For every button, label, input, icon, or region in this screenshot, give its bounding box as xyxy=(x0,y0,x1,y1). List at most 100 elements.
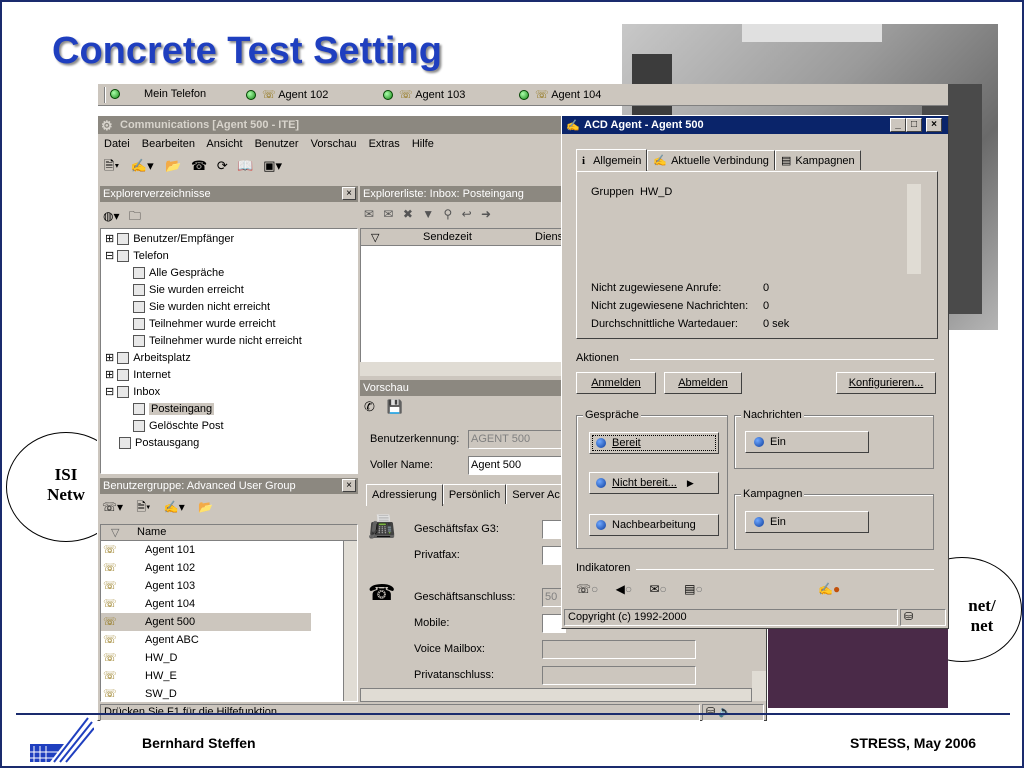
menu-datei[interactable]: Datei xyxy=(104,138,130,150)
list-item[interactable]: ☏ Agent 101 xyxy=(101,541,357,559)
list-item[interactable]: ☏ Agent 500 xyxy=(101,613,311,631)
wrapup-button[interactable]: Nachbearbeitung xyxy=(589,514,719,536)
open-folder-icon[interactable]: 📂 xyxy=(198,500,213,514)
list-item[interactable]: ☏ Agent ABC xyxy=(101,631,357,649)
message-list: ▽ Sendezeit Diens xyxy=(360,228,566,376)
close-icon[interactable]: × xyxy=(926,118,942,132)
list-horizontal-scrollbar[interactable] xyxy=(360,362,566,376)
sort-icon[interactable]: ▽ xyxy=(111,526,119,539)
toolbar-item-agent-103[interactable]: ☏ Agent 103 xyxy=(383,88,465,101)
tab-aktuelle-verbindung[interactable]: ✍ Aktuelle Verbindung xyxy=(647,150,775,170)
toolbar-item-my-phone[interactable]: Mein Telefon xyxy=(110,88,206,100)
login-button[interactable]: Anmelden xyxy=(576,372,656,394)
tab-adressierung[interactable]: Adressierung xyxy=(366,484,443,506)
sort-icon[interactable]: ▽ xyxy=(371,231,379,244)
search-icon[interactable]: ⚲ xyxy=(443,207,452,221)
tree-item[interactable]: ⊞ Benutzer/Empfänger xyxy=(105,231,353,248)
undo-icon[interactable]: ↩ xyxy=(462,207,472,221)
preview-horizontal-scrollbar[interactable] xyxy=(360,688,752,702)
layout-icon[interactable]: ▣▾ xyxy=(263,158,282,173)
tree-item[interactable]: ⊟ Inbox xyxy=(105,384,353,401)
menu-benutzer[interactable]: Benutzer xyxy=(255,138,299,150)
agent-icon[interactable]: ✍▾ xyxy=(131,158,154,173)
close-icon[interactable]: × xyxy=(342,479,356,492)
acd-titlebar[interactable]: ✍ ACD Agent - Agent 500 _ □ × xyxy=(562,116,948,134)
globe-icon[interactable]: ◍▾ xyxy=(103,209,120,223)
members-scrollbar[interactable] xyxy=(343,541,357,701)
user-id-field[interactable]: AGENT 500 xyxy=(468,430,566,449)
menu-extras[interactable]: Extras xyxy=(369,138,400,150)
tab-allgemein[interactable]: i Allgemein xyxy=(576,149,648,172)
agent-icon[interactable]: ☏▾ xyxy=(102,500,123,514)
list-item[interactable]: ☏ HW_E xyxy=(101,667,357,685)
tree-item[interactable]: Sie wurden nicht erreicht xyxy=(105,299,353,316)
minimize-icon[interactable]: _ xyxy=(890,118,906,132)
list-item[interactable]: ☏ SW_D xyxy=(101,685,357,701)
list-item[interactable]: ☏ Agent 103 xyxy=(101,577,357,595)
reply-icon[interactable]: ✉ xyxy=(364,207,374,221)
delete-icon[interactable]: ✖ xyxy=(403,207,413,221)
full-name-field[interactable]: Agent 500 xyxy=(468,456,566,475)
save-icon[interactable]: 💾 xyxy=(387,399,403,414)
column-sendezeit[interactable]: Sendezeit xyxy=(423,231,472,243)
column-dienst[interactable]: Diens xyxy=(535,231,563,243)
tree-item[interactable]: Sie wurden erreicht xyxy=(105,282,353,299)
expand-toggle-icon[interactable]: ⊞ xyxy=(105,369,114,381)
sign-icon[interactable]: ✍▾ xyxy=(164,500,185,514)
messages-on-button[interactable]: Ein xyxy=(745,431,869,453)
refresh-icon[interactable]: ⟳ xyxy=(217,158,228,173)
preview-vertical-scrollbar[interactable] xyxy=(752,671,766,701)
move-icon[interactable]: ➜ xyxy=(481,207,491,221)
tree-item[interactable]: Postausgang xyxy=(105,435,353,452)
hangup-icon[interactable]: ☎ xyxy=(191,158,207,173)
tree-item[interactable]: ⊞ Arbeitsplatz xyxy=(105,350,353,367)
menu-vorschau[interactable]: Vorschau xyxy=(311,138,357,150)
configure-button[interactable]: Konfigurieren... xyxy=(836,372,936,394)
tree-item[interactable]: Teilnehmer wurde nicht erreicht xyxy=(105,333,353,350)
expand-toggle-icon[interactable]: ⊞ xyxy=(105,352,114,364)
column-name[interactable]: Name xyxy=(137,526,166,538)
tree-item[interactable]: ⊞ Internet xyxy=(105,367,353,384)
toolbar-item-agent-102[interactable]: ☏ Agent 102 xyxy=(246,88,328,101)
not-ready-button[interactable]: Nicht bereit... ▶ xyxy=(589,472,719,494)
list-item[interactable]: ☏ Agent 102 xyxy=(101,559,357,577)
expand-toggle-icon[interactable]: ⊞ xyxy=(105,233,114,245)
toolbar-grip[interactable] xyxy=(104,87,106,103)
book-icon[interactable]: 📖 xyxy=(237,158,253,173)
campaigns-on-button[interactable]: Ein xyxy=(745,511,869,533)
tab-server[interactable]: Server Ac xyxy=(506,484,566,504)
agent-icon: ☏ xyxy=(262,89,276,101)
menu-hilfe[interactable]: Hilfe xyxy=(412,138,434,150)
expand-toggle-icon[interactable]: ⊟ xyxy=(105,386,114,398)
groups-scrollbar[interactable] xyxy=(907,184,921,274)
filter-icon[interactable]: ▼ xyxy=(422,207,434,221)
globe-icon xyxy=(596,438,606,449)
list-item[interactable]: ☏ Agent 104 xyxy=(101,595,357,613)
tree-item[interactable]: Gelöschte Post xyxy=(105,418,353,435)
dial-icon[interactable]: ✆ xyxy=(364,399,375,414)
tree-item[interactable]: ⊟ Telefon xyxy=(105,248,353,265)
tree-item[interactable]: Teilnehmer wurde erreicht xyxy=(105,316,353,333)
status-dot-icon xyxy=(754,517,764,528)
logout-button[interactable]: Abmelden xyxy=(664,372,742,394)
tree-item[interactable]: Posteingang xyxy=(105,401,353,418)
status-dot-icon xyxy=(596,520,606,531)
tab-kampagnen[interactable]: ▤ Kampagnen xyxy=(774,150,861,170)
menu-bearbeiten[interactable]: Bearbeiten xyxy=(142,138,195,150)
phone-private-field[interactable] xyxy=(542,666,696,685)
menu-ansicht[interactable]: Ansicht xyxy=(206,138,242,150)
maximize-icon[interactable]: □ xyxy=(906,118,922,132)
new-folder-icon[interactable]: 🗀 xyxy=(129,209,141,223)
new-icon[interactable]: 🗎▾ xyxy=(136,500,150,514)
forward-icon[interactable]: ✉ xyxy=(383,207,393,221)
list-item[interactable]: ☏ HW_D xyxy=(101,649,357,667)
close-icon[interactable]: × xyxy=(342,187,356,200)
toolbar-item-agent-104[interactable]: ☏ Agent 104 xyxy=(519,88,601,101)
expand-toggle-icon[interactable]: ⊟ xyxy=(105,250,114,262)
voice-mailbox-field[interactable] xyxy=(542,640,696,659)
tree-item[interactable]: Alle Gespräche xyxy=(105,265,353,282)
tab-persoenlich[interactable]: Persönlich xyxy=(442,484,507,504)
open-folder-icon[interactable]: 📂 xyxy=(165,158,181,173)
ready-button[interactable]: Bereit xyxy=(589,432,719,454)
new-icon[interactable]: 🗎▾ xyxy=(104,158,119,173)
